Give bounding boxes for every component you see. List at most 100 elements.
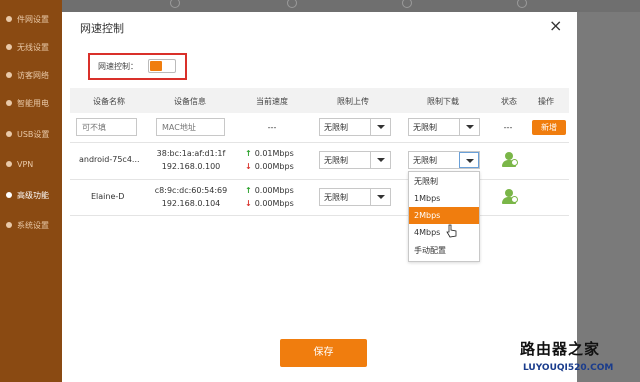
device-name: Elaine-D xyxy=(91,192,125,201)
row-divider xyxy=(70,179,569,180)
speed-control-label: 网速控制： xyxy=(98,62,138,71)
download-speed: ↓ 0.00Mbps xyxy=(245,199,294,208)
device-name: android-75c4... xyxy=(79,155,140,164)
download-speed: ↓ 0.00Mbps xyxy=(245,162,294,171)
new-row-status: --- xyxy=(503,123,513,132)
wifi-icon xyxy=(6,44,12,50)
download-speed-value: 0.00Mbps xyxy=(254,162,294,171)
sun-icon xyxy=(517,0,527,8)
user-icon[interactable] xyxy=(502,152,518,168)
row-divider xyxy=(70,215,569,216)
upload-speed: ↑ 0.01Mbps xyxy=(245,149,294,158)
upload-speed-value: 0.00Mbps xyxy=(254,186,294,195)
sidebar-item-label: 智能用电 xyxy=(17,98,49,108)
watermark-text: 路由器之家 xyxy=(520,340,601,358)
download-limit-dropdown: 无限制 1Mbps 2Mbps 4Mbps 手动配置 xyxy=(408,171,480,262)
device-icon xyxy=(402,0,412,8)
close-icon[interactable]: × xyxy=(549,18,562,34)
sidebar-item-label: 访客网络 xyxy=(17,70,49,80)
sidebar-item-usb[interactable]: USB设置 xyxy=(6,127,49,141)
watermark-logo: 路由器之家 LUYOUQI520.COM xyxy=(520,338,636,378)
sidebar-item-label: 件网设置 xyxy=(17,14,49,24)
person-icon xyxy=(170,0,180,8)
select-value: 无限制 xyxy=(413,123,437,132)
vpn-icon xyxy=(6,161,12,167)
sidebar-item-power[interactable]: 智能用电 xyxy=(6,96,49,110)
add-device-button[interactable]: 新增 xyxy=(532,120,566,135)
device-mac: 38:bc:1a:af:d1:1f xyxy=(156,149,226,158)
hand-cursor-icon xyxy=(446,224,457,238)
row1-download-select[interactable]: 无限制 xyxy=(408,151,480,169)
header-download-limit: 限制下载 xyxy=(427,97,459,106)
chevron-down-icon[interactable] xyxy=(370,119,390,135)
mac-address-input[interactable] xyxy=(156,118,225,136)
sidebar-item-system[interactable]: 系统设置 xyxy=(6,218,49,232)
modal-title: 网速控制 xyxy=(80,22,124,35)
header-action: 操作 xyxy=(538,97,554,106)
new-row-download-select[interactable]: 无限制 xyxy=(408,118,480,136)
header-device-info: 设备信息 xyxy=(174,97,206,106)
sidebar-item-label: 系统设置 xyxy=(17,220,49,230)
sidebar-item-label: VPN xyxy=(17,159,34,169)
new-row-upload-select[interactable]: 无限制 xyxy=(319,118,391,136)
device-ip: 192.168.0.104 xyxy=(161,199,221,208)
header-status: 状态 xyxy=(501,97,517,106)
device-mac: c8:9c:dc:60:54:69 xyxy=(154,186,228,195)
speed-control-highlight: 网速控制： xyxy=(88,53,187,80)
chevron-down-icon[interactable] xyxy=(459,119,479,135)
sidebar-item-wireless[interactable]: 无线设置 xyxy=(6,40,49,54)
sidebar-item-label: USB设置 xyxy=(17,129,50,139)
top-dim-bar xyxy=(62,0,640,12)
table-header: 设备名称 设备信息 当前速度 限制上传 限制下载 状态 操作 xyxy=(70,88,569,113)
gear-icon xyxy=(6,222,12,228)
arrow-up-icon: ↑ xyxy=(245,186,252,195)
select-value: 无限制 xyxy=(324,123,348,132)
option-unlimited[interactable]: 无限制 xyxy=(409,173,479,190)
upload-speed-value: 0.01Mbps xyxy=(254,149,294,158)
chevron-down-icon[interactable] xyxy=(370,189,390,205)
save-button[interactable]: 保存 xyxy=(280,339,367,367)
user-badge xyxy=(511,196,518,203)
wrench-icon xyxy=(6,192,12,198)
header-upload-limit: 限制上传 xyxy=(337,97,369,106)
sidebar-item-guest[interactable]: 访客网络 xyxy=(6,68,49,82)
option-manual[interactable]: 手动配置 xyxy=(409,242,479,259)
sidebar-item-network[interactable]: 件网设置 xyxy=(6,12,49,26)
sidebar-item-advanced[interactable]: 高级功能 xyxy=(6,188,49,202)
device-ip: 192.168.0.100 xyxy=(161,162,221,171)
header-device-name: 设备名称 xyxy=(93,97,125,106)
arrow-up-icon: ↑ xyxy=(245,149,252,158)
row-divider xyxy=(70,142,569,143)
download-speed-value: 0.00Mbps xyxy=(254,199,294,208)
chevron-down-icon[interactable] xyxy=(459,152,479,168)
select-value: 无限制 xyxy=(324,156,348,165)
toggle-knob xyxy=(150,61,162,71)
header-current-speed: 当前速度 xyxy=(256,97,288,106)
speed-control-modal: 网速控制 × 网速控制： 设备名称 设备信息 当前速度 限制上传 限制下载 状态… xyxy=(62,12,577,382)
sidebar-item-vpn[interactable]: VPN xyxy=(6,157,33,171)
usb-icon xyxy=(6,131,12,137)
option-2mbps[interactable]: 2Mbps xyxy=(409,207,479,224)
upload-speed: ↑ 0.00Mbps xyxy=(245,186,294,195)
watermark-url: LUYOUQI520.COM xyxy=(523,363,614,373)
speed-control-toggle[interactable] xyxy=(148,59,176,73)
option-4mbps[interactable]: 4Mbps xyxy=(409,224,479,241)
user-icon[interactable] xyxy=(502,189,518,205)
power-icon xyxy=(6,100,12,106)
device-name-input[interactable] xyxy=(76,118,137,136)
row2-upload-select[interactable]: 无限制 xyxy=(319,188,391,206)
globe-icon xyxy=(287,0,297,8)
select-value: 无限制 xyxy=(413,156,437,165)
new-row-speed: --- xyxy=(267,123,277,132)
sidebar-item-label: 高级功能 xyxy=(17,190,49,200)
sidebar-item-label: 无线设置 xyxy=(17,42,49,52)
user-badge xyxy=(511,159,518,166)
right-dim-area xyxy=(577,12,640,382)
option-1mbps[interactable]: 1Mbps xyxy=(409,190,479,207)
select-value: 无限制 xyxy=(324,193,348,202)
arrow-down-icon: ↓ xyxy=(245,162,252,171)
network-icon xyxy=(6,16,12,22)
row1-upload-select[interactable]: 无限制 xyxy=(319,151,391,169)
chevron-down-icon[interactable] xyxy=(370,152,390,168)
sidebar: 件网设置 无线设置 访客网络 智能用电 USB设置 VPN 高级功能 系统设置 xyxy=(0,0,62,382)
